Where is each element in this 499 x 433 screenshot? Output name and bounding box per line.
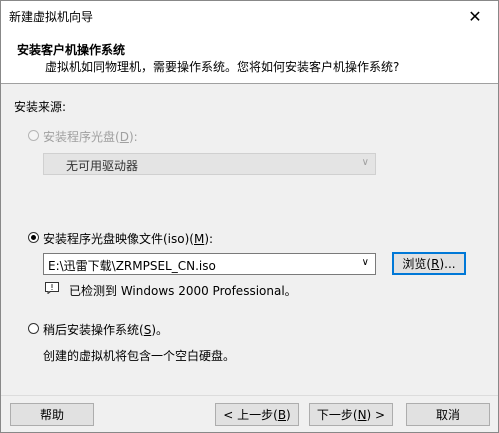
- iso-radio[interactable]: [28, 232, 39, 243]
- detected-os-text: 已检测到 Windows 2000 Professional。: [69, 284, 297, 298]
- later-option-label[interactable]: 稍后安装操作系统(S)。: [43, 321, 168, 338]
- later-radio[interactable]: [28, 323, 39, 334]
- cancel-button[interactable]: 取消: [406, 403, 490, 426]
- title-bar: 新建虚拟机向导 ✕: [1, 1, 498, 31]
- disc-option-label[interactable]: 安装程序光盘(D):: [43, 128, 138, 145]
- help-button[interactable]: 帮助: [10, 403, 94, 426]
- chevron-down-icon[interactable]: ∨: [362, 257, 369, 268]
- iso-path-value: E:\迅雷下载\ZRMPSEL_CN.iso: [48, 259, 216, 273]
- next-button[interactable]: 下一步(N) >: [309, 403, 393, 426]
- close-icon: ✕: [468, 6, 482, 26]
- window-title: 新建虚拟机向导: [9, 10, 94, 24]
- iso-option-label[interactable]: 安装程序光盘映像文件(iso)(M):: [43, 230, 213, 247]
- chevron-down-icon: ∨: [361, 157, 369, 168]
- wizard-window: 新建虚拟机向导 ✕ 安装客户机操作系统 虚拟机如同物理机，需要操作系统。您将如何…: [0, 0, 499, 433]
- install-source-label: 安装来源:: [14, 100, 67, 114]
- disc-radio[interactable]: [28, 130, 39, 141]
- disc-drive-select[interactable]: 无可用驱动器 ∨: [43, 153, 376, 175]
- close-button[interactable]: ✕: [452, 1, 498, 31]
- disc-drive-value: 无可用驱动器: [66, 159, 139, 173]
- wizard-header: 安装客户机操作系统 虚拟机如同物理机，需要操作系统。您将如何安装客户机操作系统?: [1, 31, 498, 84]
- later-description: 创建的虚拟机将包含一个空白硬盘。: [43, 349, 236, 363]
- back-button[interactable]: < 上一步(B): [215, 403, 299, 426]
- page-subtitle: 虚拟机如同物理机，需要操作系统。您将如何安装客户机操作系统?: [45, 60, 400, 74]
- iso-path-combobox[interactable]: E:\迅雷下载\ZRMPSEL_CN.iso ∨: [43, 253, 376, 275]
- page-title: 安装客户机操作系统: [17, 43, 126, 57]
- browse-button[interactable]: 浏览(R)...: [392, 252, 466, 275]
- info-icon: [45, 282, 59, 294]
